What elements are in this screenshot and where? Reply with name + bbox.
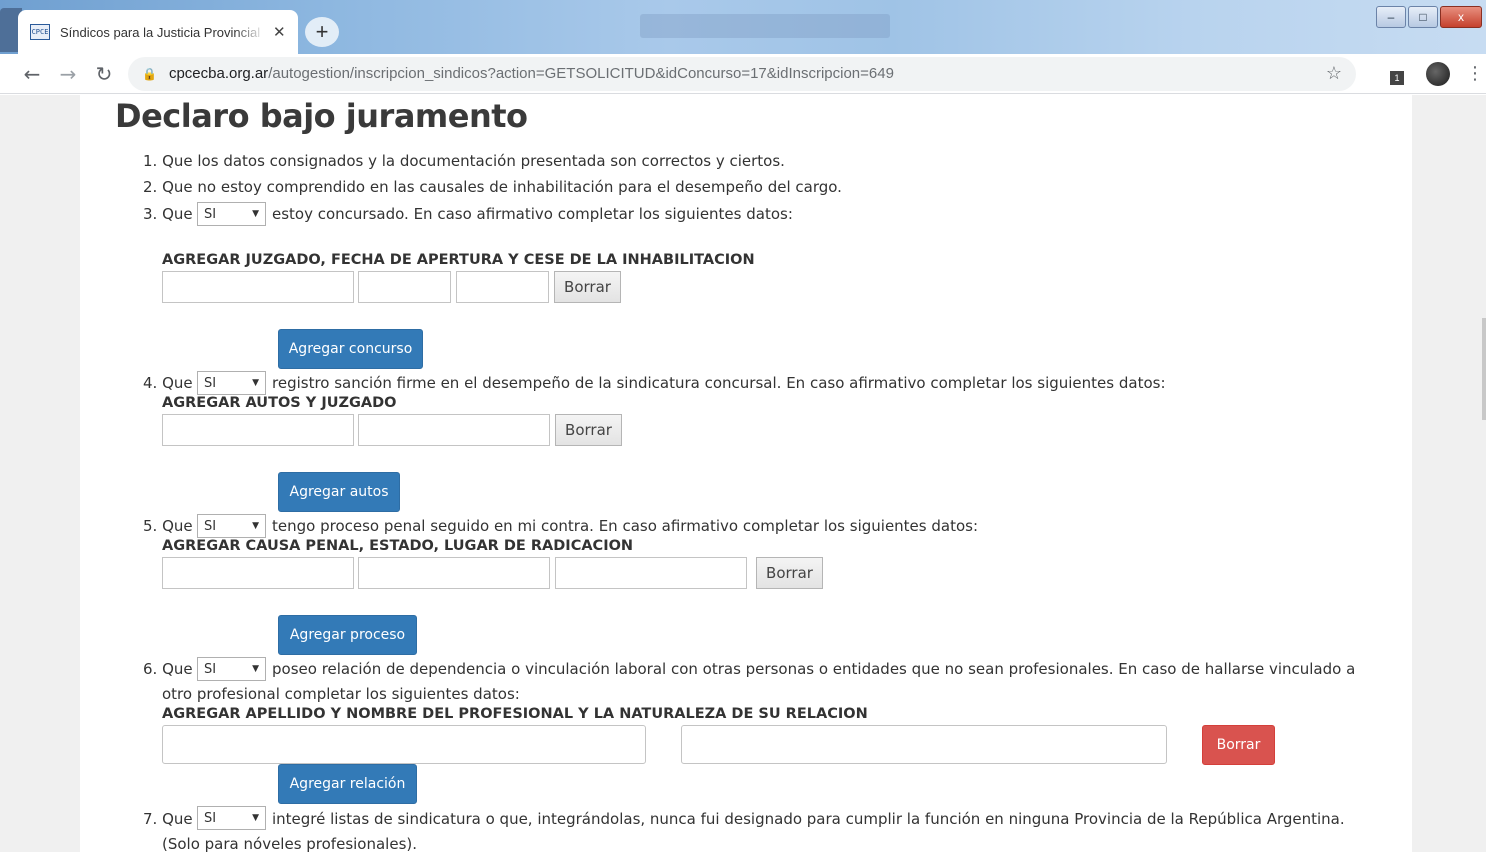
item-4-select[interactable]: SI ▼	[197, 371, 266, 395]
cese-inhabilitacion-input[interactable]	[456, 271, 549, 303]
autos-input[interactable]	[162, 414, 354, 446]
item-7-select[interactable]: SI ▼	[197, 806, 266, 830]
agregar-proceso-button[interactable]: Agregar proceso	[278, 615, 417, 655]
borrar-autos-button[interactable]: Borrar	[555, 414, 622, 446]
url-path: /autogestion/inscripcion_sindicos?action…	[268, 65, 894, 82]
naturaleza-relacion-input[interactable]	[681, 725, 1167, 764]
juzgado-input[interactable]	[162, 271, 354, 303]
item-3-text: estoy concursado. En caso afirmativo com…	[272, 205, 793, 223]
agregar-concurso-button[interactable]: Agregar concurso	[278, 329, 423, 369]
item-4-select-value: SI	[204, 375, 217, 391]
borrar-relacion-button[interactable]: Borrar	[1202, 725, 1275, 765]
item-6-text-continued: otro profesional completar los siguiente…	[162, 685, 520, 703]
address-bar[interactable]: 🔒 cpcecba.org.ar/autogestion/inscripcion…	[128, 56, 1356, 91]
item-3-select-value: SI	[204, 206, 217, 222]
item-6-prefix: 6. Que	[143, 660, 193, 678]
main-content: Declaro bajo juramento 1. Que los datos …	[80, 95, 1412, 852]
item-3-prefix: 3. Que	[143, 205, 193, 223]
maximize-button[interactable]: □	[1408, 6, 1438, 28]
item-7-text-continued: (Solo para nóveles profesionales).	[162, 835, 418, 852]
declaration-item-2: 2. Que no estoy comprendido en las causa…	[143, 178, 842, 196]
estado-input[interactable]	[358, 557, 550, 589]
lock-icon: 🔒	[142, 66, 157, 81]
declaration-item-1: 1. Que los datos consignados y la docume…	[143, 152, 785, 170]
item-7-select-value: SI	[204, 810, 217, 826]
section-5-label: AGREGAR CAUSA PENAL, ESTADO, LUGAR DE RA…	[162, 538, 634, 554]
item-5-select-value: SI	[204, 518, 217, 534]
item-7-text: integré listas de sindicatura o que, int…	[272, 810, 1345, 828]
item-6-select-value: SI	[204, 661, 217, 677]
tab-title: Síndicos para la Justicia Provincial	[60, 24, 261, 40]
item-7-prefix: 7. Que	[143, 810, 193, 828]
back-arrow-icon[interactable]: ←	[14, 62, 50, 86]
section-6-label: AGREGAR APELLIDO Y NOMBRE DEL PROFESIONA…	[162, 706, 868, 722]
item-6-select[interactable]: SI ▼	[197, 657, 266, 681]
item-5-select[interactable]: SI ▼	[197, 514, 266, 538]
forward-arrow-icon[interactable]: →	[50, 62, 86, 86]
profile-avatar[interactable]	[1426, 61, 1450, 86]
reload-icon[interactable]: ↻	[86, 62, 122, 86]
window-controls: ‒ □ x	[1376, 6, 1482, 28]
agregar-autos-button[interactable]: Agregar autos	[278, 472, 400, 512]
tab-close-icon[interactable]: ✕	[273, 23, 286, 41]
item-5-text: tengo proceso penal seguido en mi contra…	[272, 517, 979, 535]
item-3-select[interactable]: SI ▼	[197, 202, 266, 226]
agregar-relacion-button[interactable]: Agregar relación	[278, 764, 417, 804]
extension-icon[interactable]: 1	[1390, 70, 1404, 85]
borrar-proceso-button[interactable]: Borrar	[756, 557, 823, 589]
section-4-label: AGREGAR AUTOS Y JUZGADO	[162, 395, 397, 411]
fecha-apertura-input[interactable]	[358, 271, 451, 303]
item-6-text: poseo relación de dependencia o vinculac…	[272, 660, 1356, 678]
select-caret-icon: ▼	[252, 664, 259, 674]
item-4-prefix: 4. Que	[143, 374, 193, 392]
borrar-concurso-button[interactable]: Borrar	[554, 271, 621, 303]
select-caret-icon: ▼	[252, 378, 259, 388]
item-4-text: registro sanción firme en el desempeño d…	[272, 374, 1166, 392]
minimize-button[interactable]: ‒	[1376, 6, 1406, 28]
causa-penal-input[interactable]	[162, 557, 354, 589]
background-window-title	[640, 14, 890, 38]
select-caret-icon: ▼	[252, 521, 259, 531]
scrollbar-thumb[interactable]	[1482, 318, 1486, 420]
item-5-prefix: 5. Que	[143, 517, 193, 535]
browser-toolbar: ← → ↻ 🔒 cpcecba.org.ar/autogestion/inscr…	[0, 54, 1486, 94]
close-window-button[interactable]: x	[1440, 6, 1482, 28]
page-title: Declaro bajo juramento	[115, 97, 528, 135]
bookmark-star-icon[interactable]: ☆	[1326, 63, 1342, 84]
select-caret-icon: ▼	[252, 209, 259, 219]
new-tab-button[interactable]: +	[305, 17, 339, 47]
profesional-nombre-input[interactable]	[162, 725, 646, 764]
browser-tab-active[interactable]: CPCE Síndicos para la Justicia Provincia…	[18, 10, 298, 54]
site-favicon-icon: CPCE	[30, 24, 50, 40]
select-caret-icon: ▼	[252, 813, 259, 823]
browser-menu-icon[interactable]: ⋮	[1466, 63, 1484, 84]
lugar-radicacion-input[interactable]	[555, 557, 747, 589]
juzgado-autos-input[interactable]	[358, 414, 550, 446]
section-3-label: AGREGAR JUZGADO, FECHA DE APERTURA Y CES…	[162, 252, 755, 268]
url-host: cpcecba.org.ar	[168, 65, 269, 82]
